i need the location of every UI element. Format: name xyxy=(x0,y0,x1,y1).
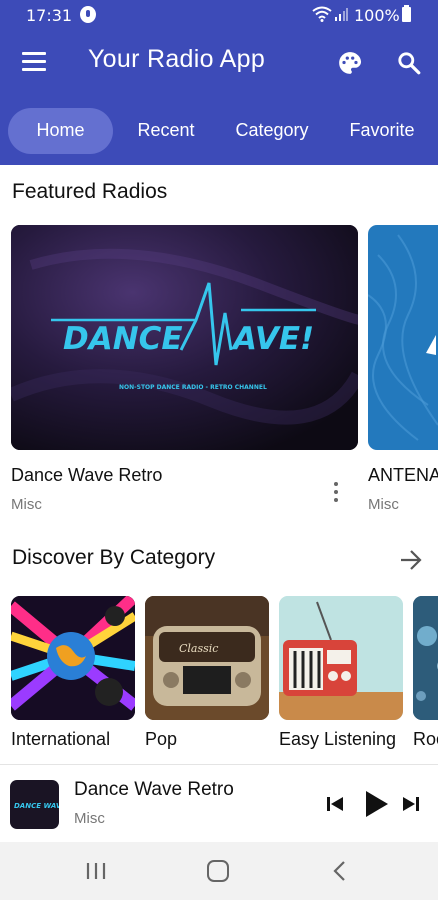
tab-bar: Home Recent Category Favorite xyxy=(0,108,438,154)
category-card-pop[interactable]: Classic xyxy=(145,596,269,720)
antena-artwork xyxy=(368,234,438,441)
player-subtitle: Misc xyxy=(74,810,105,827)
signal-icon xyxy=(335,8,348,21)
featured-card-antena[interactable] xyxy=(368,225,438,450)
category-card-international[interactable] xyxy=(11,596,135,720)
featured-card-subtitle: Misc xyxy=(11,496,42,513)
back-icon[interactable] xyxy=(332,860,346,882)
international-artwork xyxy=(11,596,135,720)
status-bar: 17:31 100% xyxy=(0,0,438,30)
tab-category[interactable]: Category xyxy=(222,108,322,154)
easy-listening-artwork xyxy=(279,596,403,720)
category-label-international: International xyxy=(11,729,111,749)
play-icon[interactable] xyxy=(363,790,389,818)
featured-section-title: Featured Radios xyxy=(12,180,168,203)
player-title: Dance Wave Retro xyxy=(74,779,234,800)
category-card-easy-listening[interactable] xyxy=(279,596,403,720)
radio-brand-text: Classic xyxy=(179,642,218,655)
player-thumbnail: DANCE WAVE xyxy=(10,780,59,829)
logo-tagline: NON-STOP DANCE RADIO - RETRO CHANNEL xyxy=(119,384,267,391)
wifi-icon xyxy=(312,6,332,22)
tab-recent[interactable]: Recent xyxy=(124,108,208,154)
home-icon[interactable] xyxy=(207,860,229,882)
logo-text-left: DANCE xyxy=(63,321,183,357)
featured-card-dance-wave[interactable]: DANCE AVE! NON-STOP DANCE RADIO - RETRO … xyxy=(11,225,358,450)
category-label-pop: Pop xyxy=(145,729,178,749)
recents-icon[interactable] xyxy=(85,861,107,881)
skip-previous-icon[interactable] xyxy=(326,795,344,813)
category-label-easy-listening: Easy Listening xyxy=(279,729,397,749)
tab-home[interactable]: Home xyxy=(8,108,113,154)
mini-player[interactable]: DANCE WAVE Dance Wave Retro Misc xyxy=(0,764,438,842)
featured-card-subtitle-2: Misc xyxy=(368,496,399,513)
dance-wave-artwork: DANCE AVE! NON-STOP DANCE RADIO - RETRO … xyxy=(11,225,358,450)
skip-next-icon[interactable] xyxy=(402,795,420,813)
menu-icon[interactable] xyxy=(22,52,46,72)
palette-icon[interactable] xyxy=(337,50,363,76)
category-section-title: Discover By Category xyxy=(12,546,216,569)
featured-card-title-2: ANTENA xyxy=(368,465,438,485)
category-card-rock[interactable] xyxy=(413,596,438,720)
logo-text-right: AVE! xyxy=(230,321,314,357)
player-thumb-text: DANCE WAVE xyxy=(14,802,59,810)
featured-card-title: Dance Wave Retro xyxy=(11,465,163,485)
more-vert-icon[interactable] xyxy=(333,482,339,504)
app-bar: Your Radio App Home Recent Category Favo… xyxy=(0,30,438,165)
rock-artwork xyxy=(413,596,438,720)
pop-artwork: Classic xyxy=(145,596,269,720)
system-nav-bar xyxy=(0,842,438,900)
search-icon[interactable] xyxy=(396,50,422,76)
status-time: 17:31 xyxy=(26,6,73,25)
tab-favorite[interactable]: Favorite xyxy=(336,108,428,154)
battery-percent: 100% xyxy=(354,6,400,25)
arrow-right-icon[interactable] xyxy=(399,549,423,571)
app-title: Your Radio App xyxy=(88,45,266,73)
mic-icon xyxy=(80,6,96,23)
battery-icon xyxy=(402,5,411,22)
category-label-rock: Roc xyxy=(413,729,438,749)
